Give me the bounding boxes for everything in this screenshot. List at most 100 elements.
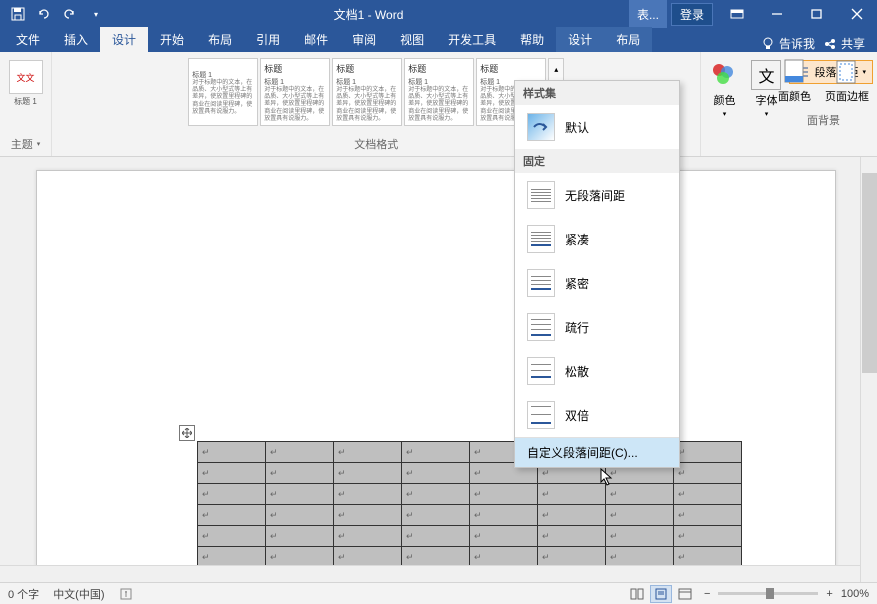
table-cell[interactable]: ↵ bbox=[674, 442, 742, 463]
login-button[interactable]: 登录 bbox=[671, 3, 713, 26]
share-button[interactable]: 共享 bbox=[823, 35, 865, 52]
tab-design[interactable]: 设计 bbox=[100, 27, 148, 52]
table-cell[interactable]: ↵ bbox=[606, 484, 674, 505]
share-icon bbox=[823, 37, 837, 51]
spacing-default[interactable]: 默认 bbox=[515, 105, 679, 149]
table-cell[interactable]: ↵ bbox=[674, 526, 742, 547]
print-layout-button[interactable] bbox=[650, 585, 672, 603]
table-cell[interactable]: ↵ bbox=[538, 526, 606, 547]
table-cell[interactable]: ↵ bbox=[606, 505, 674, 526]
table-cell[interactable]: ↵ bbox=[198, 484, 266, 505]
move-icon bbox=[182, 428, 192, 438]
table-cell[interactable]: ↵ bbox=[674, 505, 742, 526]
undo-button[interactable] bbox=[32, 2, 56, 26]
page-borders-icon bbox=[833, 58, 861, 86]
table-cell[interactable]: ↵ bbox=[266, 526, 334, 547]
themes-button[interactable]: 文文 标题 1 bbox=[5, 58, 47, 109]
tab-layout[interactable]: 布局 bbox=[196, 27, 244, 52]
tab-help[interactable]: 帮助 bbox=[508, 27, 556, 52]
table-cell[interactable]: ↵ bbox=[334, 526, 402, 547]
tab-insert[interactable]: 插入 bbox=[52, 27, 100, 52]
tab-developer[interactable]: 开发工具 bbox=[436, 27, 508, 52]
table-cell[interactable]: ↵ bbox=[674, 484, 742, 505]
tab-references[interactable]: 引用 bbox=[244, 27, 292, 52]
tab-table-design[interactable]: 设计 bbox=[556, 27, 604, 52]
read-mode-button[interactable] bbox=[626, 585, 648, 603]
tell-me[interactable]: 告诉我 bbox=[761, 35, 815, 52]
accessibility-icon[interactable] bbox=[119, 587, 133, 601]
style-item[interactable]: 标题 标题 1 对于标题中的文本，在品质、大小型式等上有差异，使放置里程碑的商业… bbox=[260, 58, 330, 126]
table-cell[interactable]: ↵ bbox=[266, 442, 334, 463]
table-cell[interactable]: ↵ bbox=[470, 505, 538, 526]
zoom-level[interactable]: 100% bbox=[841, 588, 869, 600]
table-cell[interactable]: ↵ bbox=[334, 505, 402, 526]
tab-table-layout[interactable]: 布局 bbox=[604, 27, 652, 52]
web-layout-button[interactable] bbox=[674, 585, 696, 603]
table-cell[interactable]: ↵ bbox=[198, 526, 266, 547]
table-cell[interactable]: ↵ bbox=[198, 505, 266, 526]
table-cell[interactable]: ↵ bbox=[334, 442, 402, 463]
table-cell[interactable]: ↵ bbox=[402, 463, 470, 484]
style-gallery[interactable]: 标题 1 对于标题中的文本，在品质、大小型式等上有差异，使放置里程碑的商业在阅读… bbox=[188, 58, 564, 126]
spacing-double[interactable]: 双倍 bbox=[515, 393, 679, 437]
zoom-thumb[interactable] bbox=[766, 588, 774, 599]
table-cell[interactable]: ↵ bbox=[606, 526, 674, 547]
table-cell[interactable]: ↵ bbox=[538, 505, 606, 526]
table-cell[interactable]: ↵ bbox=[266, 484, 334, 505]
menu-section-fixed: 固定 bbox=[515, 149, 679, 173]
tell-me-label: 告诉我 bbox=[779, 35, 815, 52]
title-right: 表... 登录 bbox=[629, 0, 877, 28]
page-borders-button[interactable]: 页面边框 bbox=[821, 56, 873, 106]
qat-customize[interactable]: ▾ bbox=[84, 2, 108, 26]
tab-mailings[interactable]: 邮件 bbox=[292, 27, 340, 52]
table-cell[interactable]: ↵ bbox=[198, 463, 266, 484]
spacing-relaxed[interactable]: 松散 bbox=[515, 349, 679, 393]
table-cell[interactable]: ↵ bbox=[470, 526, 538, 547]
tab-home[interactable]: 开始 bbox=[148, 27, 196, 52]
table-move-handle[interactable] bbox=[179, 425, 195, 441]
save-button[interactable] bbox=[6, 2, 30, 26]
table-cell[interactable]: ↵ bbox=[402, 442, 470, 463]
table-cell[interactable]: ↵ bbox=[538, 484, 606, 505]
gallery-up[interactable]: ▴ bbox=[549, 59, 563, 81]
style-item[interactable]: 标题 标题 1 对于标题中的文本，在品质、大小型式等上有差异，使放置里程碑的商业… bbox=[404, 58, 474, 126]
table-cell[interactable]: ↵ bbox=[470, 484, 538, 505]
style-item[interactable]: 标题 1 对于标题中的文本，在品质、大小型式等上有差异，使放置里程碑的商业在阅读… bbox=[188, 58, 258, 126]
language-status[interactable]: 中文(中国) bbox=[53, 586, 104, 602]
spacing-tight-icon bbox=[527, 269, 555, 297]
page[interactable]: ↵↵↵↵↵↵↵↵↵↵↵↵↵↵↵↵↵↵↵↵↵↵↵↵↵↵↵↵↵↵↵↵↵↵↵↵↵↵↵↵… bbox=[36, 170, 836, 580]
spacing-compact[interactable]: 紧凑 bbox=[515, 217, 679, 261]
word-count[interactable]: 0 个字 bbox=[8, 586, 39, 602]
spacing-open-icon bbox=[527, 313, 555, 341]
ribbon-display-button[interactable] bbox=[717, 0, 757, 28]
table-cell[interactable]: ↵ bbox=[402, 484, 470, 505]
spacing-custom[interactable]: 自定义段落间距(C)... bbox=[515, 437, 679, 467]
redo-button[interactable] bbox=[58, 2, 82, 26]
table-cell[interactable]: ↵ bbox=[266, 463, 334, 484]
tab-file[interactable]: 文件 bbox=[4, 27, 52, 52]
page-color-button[interactable]: 面颜色 bbox=[774, 56, 815, 106]
minimize-button[interactable] bbox=[757, 0, 797, 28]
colors-button[interactable]: 颜色 ▾ bbox=[705, 58, 743, 120]
tab-review[interactable]: 审阅 bbox=[340, 27, 388, 52]
style-item[interactable]: 标题 标题 1 对于标题中的文本，在品质、大小型式等上有差异，使放置里程碑的商业… bbox=[332, 58, 402, 126]
maximize-button[interactable] bbox=[797, 0, 837, 28]
tab-view[interactable]: 视图 bbox=[388, 27, 436, 52]
table-cell[interactable]: ↵ bbox=[402, 526, 470, 547]
zoom-out[interactable]: − bbox=[704, 588, 710, 600]
close-button[interactable] bbox=[837, 0, 877, 28]
table-cell[interactable]: ↵ bbox=[334, 463, 402, 484]
spacing-tight[interactable]: 紧密 bbox=[515, 261, 679, 305]
table-cell[interactable]: ↵ bbox=[674, 463, 742, 484]
table-cell[interactable]: ↵ bbox=[266, 505, 334, 526]
spacing-none[interactable]: 无段落间距 bbox=[515, 173, 679, 217]
vertical-scrollbar[interactable] bbox=[860, 157, 877, 582]
horizontal-scrollbar[interactable] bbox=[0, 565, 860, 582]
scroll-thumb[interactable] bbox=[862, 173, 877, 373]
spacing-open[interactable]: 疏行 bbox=[515, 305, 679, 349]
zoom-slider[interactable] bbox=[718, 592, 818, 595]
table-cell[interactable]: ↵ bbox=[198, 442, 266, 463]
zoom-in[interactable]: + bbox=[826, 588, 832, 600]
table-cell[interactable]: ↵ bbox=[334, 484, 402, 505]
table-cell[interactable]: ↵ bbox=[402, 505, 470, 526]
